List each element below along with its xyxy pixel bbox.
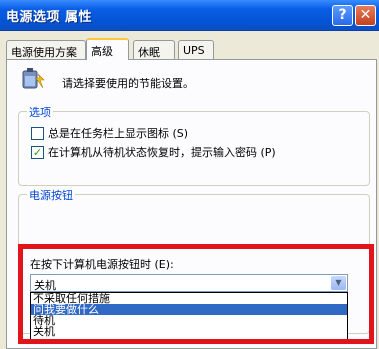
options-group: 选项 总是在任务栏上显示图标 (S) ✓ 在计算机从待机状态恢复时，提示输入密码… (18, 104, 370, 186)
dropdown-value: 关机 (34, 279, 56, 292)
tab-advanced[interactable]: 高级 (86, 38, 129, 60)
show-icon-row[interactable]: 总是在任务栏上显示图标 (S) (31, 125, 188, 141)
dropdown-option-ask-me[interactable]: 问我要做什么 (31, 304, 347, 315)
show-icon-checkbox[interactable] (31, 126, 44, 140)
dropdown-list: 不采取任何措施 问我要做什么 待机 关机 (30, 292, 348, 340)
tab-hibernate[interactable]: 休眠 (133, 40, 175, 59)
tab-power-schemes[interactable]: 电源使用方案 (6, 40, 86, 59)
chevron-down-icon[interactable]: ▼ (331, 276, 346, 290)
show-icon-label: 总是在任务栏上显示图标 (S) (48, 127, 189, 140)
power-options-icon (22, 68, 45, 89)
window-title: 电源选项 属性 (6, 10, 93, 25)
power-button-dropdown[interactable]: 关机 ▼ (30, 274, 348, 292)
dropdown-option-shutdown[interactable]: 关机 (31, 326, 347, 337)
prompt-password-label: 在计算机从待机状态恢复时，提示输入密码 (P) (48, 146, 276, 159)
title-bar[interactable]: 电源选项 属性 ? ✕ (0, 0, 379, 31)
help-button[interactable]: ? (332, 5, 353, 26)
intro-text: 请选择要使用的节能设置。 (62, 77, 194, 90)
tab-ups[interactable]: UPS (178, 40, 214, 59)
power-button-legend: 电源按钮 (27, 187, 75, 203)
power-button-dropdown-label: 在按下计算机电源按钮时 (E): (30, 258, 174, 271)
dropdown-option-standby[interactable]: 待机 (31, 315, 347, 326)
prompt-password-checkbox[interactable]: ✓ (31, 145, 44, 159)
prompt-password-row[interactable]: ✓ 在计算机从待机状态恢复时，提示输入密码 (P) (31, 144, 276, 160)
close-button[interactable]: ✕ (355, 5, 376, 26)
options-legend: 选项 (27, 104, 53, 120)
